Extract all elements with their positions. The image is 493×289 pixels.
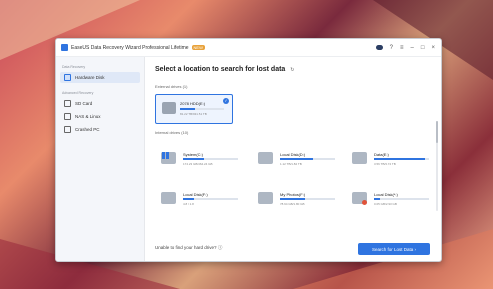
drive-size: 1.12 TB/1.82 TB xyxy=(280,162,302,166)
drive-card-unknown[interactable]: Local Disk(*:) 0.05 GB/2.93 GB xyxy=(350,189,432,211)
account-icon[interactable] xyxy=(375,45,383,50)
maximize-button[interactable]: □ xyxy=(421,45,425,51)
external-drive-card[interactable]: 2078 HDD(E:) 81.22 TB/931.51 TB ✓ xyxy=(155,94,233,124)
drive-size: 3.56 TB/3.72 TB xyxy=(374,162,396,166)
drive-size: 4.8 / 1.8 xyxy=(183,202,194,206)
drive-usage-bar xyxy=(280,198,335,200)
drive-icon xyxy=(258,192,273,204)
drive-card-d[interactable]: Local Disk(D:) 1.12 TB/1.82 TB xyxy=(256,149,338,171)
sidebar-item-hardware-disk[interactable]: Hardware Disk xyxy=(60,72,140,83)
page-title: Select a location to search for lost dat… xyxy=(155,66,295,73)
drive-name: System(C:) xyxy=(183,152,203,157)
drive-icon xyxy=(352,152,367,164)
external-drive-icon xyxy=(162,102,176,114)
drive-size: 81.22 TB/931.51 TB xyxy=(180,112,207,116)
hard-disk-icon xyxy=(64,74,71,81)
nas-icon xyxy=(64,113,71,120)
sidebar-item-label: SD Card xyxy=(75,101,93,106)
internal-drives-label: Internal drives (10) xyxy=(155,130,189,135)
drive-usage-bar xyxy=(180,108,224,110)
drive-name: Local Disk(D:) xyxy=(280,152,306,157)
drive-card-f[interactable]: Local Disk(F:) 4.8 / 1.8 xyxy=(159,189,241,211)
help-link[interactable]: Unable to find your hard drive? ⓘ xyxy=(155,245,222,251)
title-bar: EaseUS Data Recovery Wizard Professional… xyxy=(56,39,441,57)
sidebar-item-nas-linux[interactable]: NAS & Linux xyxy=(60,111,140,122)
external-drives-label: External drives (1) xyxy=(155,84,188,89)
windows-drive-icon xyxy=(161,152,176,164)
sidebar-item-sd-card[interactable]: SD Card xyxy=(60,98,140,109)
sidebar-item-crashed-pc[interactable]: Crashed PC xyxy=(60,124,140,135)
drive-size: 174.23 GB/464.24 GB xyxy=(183,162,213,166)
drive-usage-bar xyxy=(280,158,335,160)
drive-icon xyxy=(161,192,176,204)
sidebar-section-label: Data Recovery xyxy=(62,65,86,69)
app-window: EaseUS Data Recovery Wizard Professional… xyxy=(55,38,442,262)
drive-name: Local Disk(F:) xyxy=(183,192,208,197)
drive-icon xyxy=(258,152,273,164)
sidebar: Data Recovery Hardware Disk Advanced Rec… xyxy=(56,57,145,261)
drive-name: 2078 HDD(E:) xyxy=(180,101,206,106)
drive-card-e[interactable]: Data(E:) 3.56 TB/3.72 TB xyxy=(350,149,432,171)
drive-card-c[interactable]: System(C:) 174.23 GB/464.24 GB xyxy=(159,149,241,171)
search-lost-data-button[interactable]: Search for Lost Data › xyxy=(358,243,430,255)
scrollbar[interactable] xyxy=(436,121,438,211)
app-logo-icon xyxy=(61,44,68,51)
drive-card-photos[interactable]: My Photos(F:) 78.94 GB/1.80 GB xyxy=(256,189,338,211)
crashed-pc-icon xyxy=(64,126,71,133)
refresh-icon[interactable]: ↻ xyxy=(290,67,294,73)
main-panel: Select a location to search for lost dat… xyxy=(145,57,441,261)
drive-name: Local Disk(*:) xyxy=(374,192,398,197)
sidebar-item-label: Hardware Disk xyxy=(75,75,105,80)
info-icon: ⓘ xyxy=(217,245,223,250)
selected-check-icon: ✓ xyxy=(223,98,229,104)
minimize-button[interactable]: – xyxy=(411,45,414,51)
sidebar-section-label: Advanced Recovery xyxy=(62,91,94,95)
sidebar-item-label: Crashed PC xyxy=(75,127,100,132)
sidebar-item-label: NAS & Linux xyxy=(75,114,101,119)
drive-name: My Photos(F:) xyxy=(280,192,306,197)
drive-usage-bar xyxy=(374,198,429,200)
drive-name: Data(E:) xyxy=(374,152,389,157)
drive-usage-bar xyxy=(183,158,238,160)
drive-size: 78.94 GB/1.80 GB xyxy=(280,202,305,206)
drive-usage-bar xyxy=(183,198,238,200)
menu-button[interactable]: ≡ xyxy=(400,45,404,51)
drive-size: 0.05 GB/2.93 GB xyxy=(374,202,397,206)
sd-card-icon xyxy=(64,100,71,107)
warning-icon xyxy=(362,200,367,205)
chevron-right-icon: › xyxy=(413,246,417,252)
promo-badge[interactable]: NEW xyxy=(191,45,205,50)
app-title: EaseUS Data Recovery Wizard Professional… xyxy=(71,44,189,51)
scrollbar-thumb[interactable] xyxy=(436,121,438,143)
close-button[interactable]: × xyxy=(431,45,435,51)
help-button[interactable]: ? xyxy=(390,45,393,51)
drive-usage-bar xyxy=(374,158,429,160)
